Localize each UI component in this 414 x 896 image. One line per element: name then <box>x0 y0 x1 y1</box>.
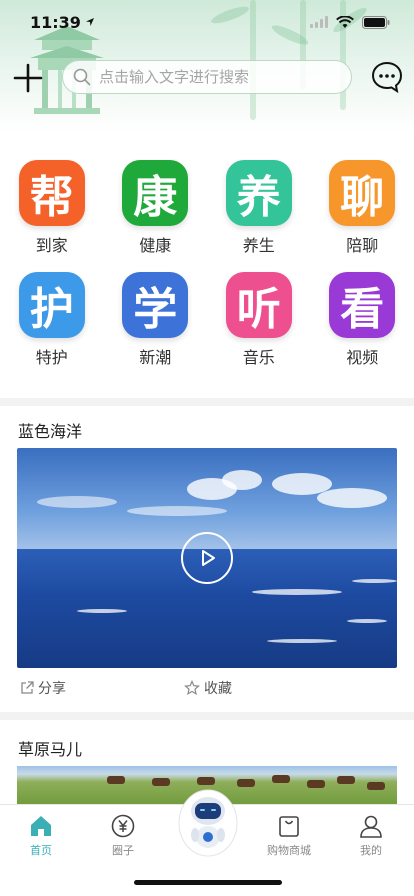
category-item-special-care[interactable]: 护 特护 <box>0 272 104 368</box>
category-label: 陪聊 <box>346 236 379 255</box>
share-label: 分享 <box>38 681 66 697</box>
favorite-button[interactable]: 收藏 <box>184 678 232 698</box>
share-button[interactable]: 分享 <box>20 678 66 698</box>
tab-circle[interactable]: 圈子 <box>88 813 158 858</box>
section-divider <box>0 398 414 406</box>
tab-label: 首页 <box>30 844 52 857</box>
cellular-signal-icon <box>310 16 328 28</box>
card-title: 蓝色海洋 <box>18 422 83 441</box>
star-icon <box>184 680 200 696</box>
category-item-music[interactable]: 听 音乐 <box>207 272 311 368</box>
message-icon[interactable] <box>370 60 404 94</box>
share-icon <box>21 681 34 694</box>
search-input[interactable] <box>99 68 339 86</box>
card-title: 草原马儿 <box>18 740 83 759</box>
home-indicator <box>134 880 282 885</box>
yen-circle-icon <box>111 814 135 838</box>
user-icon <box>360 815 382 838</box>
special-care-tile-icon: 护 <box>18 272 85 338</box>
category-item-home-help[interactable]: 帮 到家 <box>0 160 104 256</box>
category-label: 养生 <box>242 236 275 255</box>
header-banner: 11:39 <box>0 0 414 132</box>
section-divider <box>0 712 414 720</box>
battery-icon <box>362 15 390 29</box>
category-label: 视频 <box>346 348 379 367</box>
tab-home[interactable]: 首页 <box>6 813 76 858</box>
tab-label: 我的 <box>360 844 382 857</box>
music-tile-icon: 听 <box>225 272 292 338</box>
category-item-chat[interactable]: 聊 陪聊 <box>311 160 414 256</box>
status-time-text: 11:39 <box>30 12 81 32</box>
category-item-health[interactable]: 康 健康 <box>104 160 208 256</box>
search-icon <box>73 68 91 86</box>
status-time: 11:39 <box>30 13 95 32</box>
health-tile-icon: 康 <box>122 160 189 226</box>
shopping-bag-icon <box>279 816 299 837</box>
tab-profile[interactable]: 我的 <box>336 813 406 858</box>
card-actions: 分享 收藏 <box>0 678 414 708</box>
status-indicators <box>310 15 390 29</box>
category-item-video[interactable]: 看 视频 <box>311 272 414 368</box>
category-label: 到家 <box>35 236 68 255</box>
home-help-tile-icon: 帮 <box>18 160 85 226</box>
video-tile-icon: 看 <box>329 272 396 338</box>
tab-label: 购物商城 <box>267 844 311 857</box>
search-bar[interactable] <box>62 60 352 94</box>
add-icon[interactable] <box>12 62 44 94</box>
play-button[interactable] <box>181 532 233 584</box>
trends-tile-icon: 学 <box>122 272 189 338</box>
category-item-wellness[interactable]: 养 养生 <box>207 160 311 256</box>
status-bar: 11:39 <box>0 0 414 44</box>
chat-tile-icon: 聊 <box>329 160 396 226</box>
home-icon <box>31 816 51 836</box>
category-label: 健康 <box>139 236 172 255</box>
category-label: 音乐 <box>242 348 275 367</box>
tab-shopping-mall[interactable]: 购物商城 <box>254 813 324 858</box>
robot-assistant-icon[interactable] <box>178 789 238 859</box>
wellness-tile-icon: 养 <box>225 160 292 226</box>
category-grid: 帮 到家 康 健康 养 养生 聊 陪聊 护 特护 学 新潮 听 音乐 看 视频 <box>0 160 414 368</box>
tab-label: 圈子 <box>112 844 134 857</box>
category-label: 特护 <box>35 348 68 367</box>
favorite-label: 收藏 <box>204 681 232 697</box>
category-item-trends[interactable]: 学 新潮 <box>104 272 208 368</box>
ocean-video-player[interactable] <box>17 448 397 668</box>
play-icon <box>202 550 215 566</box>
category-label: 新潮 <box>139 348 172 367</box>
location-arrow-icon <box>85 18 94 26</box>
wifi-icon <box>336 15 354 28</box>
